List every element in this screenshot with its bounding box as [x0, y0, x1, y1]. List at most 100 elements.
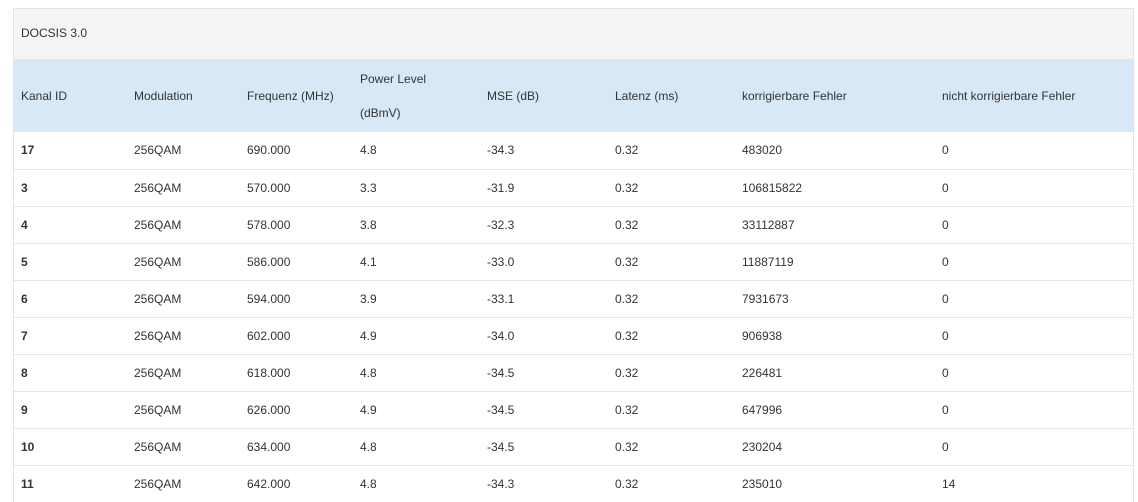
table-row: 7 256QAM 602.000 4.9 -34.0 0.32 906938 0 [14, 317, 1133, 354]
cell-power-level: 4.8 [360, 439, 377, 454]
cell-latenz: 0.32 [615, 180, 639, 195]
cell-korrigierbare-fehler: 33112887 [742, 217, 795, 232]
cell-kanal-id: 10 [21, 439, 35, 454]
table-row: 10 256QAM 634.000 4.8 -34.5 0.32 230204 0 [14, 428, 1133, 465]
cell-modulation: 256QAM [134, 180, 182, 195]
header-korrigierbare-fehler: korrigierbare Fehler [742, 89, 847, 103]
cell-nicht-korrigierbare-fehler: 0 [942, 143, 949, 158]
cell-korrigierbare-fehler: 483020 [742, 143, 783, 158]
cell-kanal-id: 7 [21, 328, 28, 343]
cell-kanal-id: 6 [21, 291, 28, 306]
cell-frequenz: 594.000 [247, 291, 291, 306]
cell-modulation: 256QAM [134, 439, 182, 454]
cell-latenz: 0.32 [615, 217, 639, 232]
cell-mse: -31.9 [487, 180, 515, 195]
cell-modulation: 256QAM [134, 143, 182, 158]
cell-modulation: 256QAM [134, 291, 182, 306]
cell-kanal-id: 5 [21, 254, 28, 269]
cell-mse: -34.5 [487, 439, 515, 454]
cell-latenz: 0.32 [615, 328, 639, 343]
cell-korrigierbare-fehler: 226481 [742, 365, 783, 380]
table-header: Kanal ID Modulation Frequenz (MHz) Power… [14, 60, 1133, 132]
table-row: 3 256QAM 570.000 3.3 -31.9 0.32 106815822 0 [14, 169, 1133, 206]
cell-modulation: 256QAM [134, 328, 182, 343]
cell-latenz: 0.32 [615, 402, 639, 417]
cell-mse: -34.5 [487, 402, 515, 417]
cell-kanal-id: 4 [21, 217, 28, 232]
cell-power-level: 4.8 [360, 143, 377, 158]
table-body: 17 256QAM 690.000 4.8 -34.3 0.32 483020 0 3 256QA… [14, 132, 1133, 502]
downstream-channel-table: Kanal ID Modulation Frequenz (MHz) Power… [14, 60, 1133, 502]
cell-nicht-korrigierbare-fehler: 0 [942, 254, 949, 269]
table-row: 4 256QAM 578.000 3.8 -32.3 0.32 33112887 0 [14, 206, 1133, 243]
cell-nicht-korrigierbare-fehler: 0 [942, 328, 949, 343]
cell-modulation: 256QAM [134, 476, 182, 491]
header-modulation: Modulation [134, 89, 193, 103]
cell-latenz: 0.32 [615, 143, 639, 158]
cell-nicht-korrigierbare-fehler: 14 [942, 476, 956, 491]
cell-nicht-korrigierbare-fehler: 0 [942, 365, 949, 380]
cell-mse: -34.3 [487, 143, 515, 158]
cell-nicht-korrigierbare-fehler: 0 [942, 180, 949, 195]
header-power-level: Power Level (dBmV) [353, 60, 480, 132]
header-frequenz: Frequenz (MHz) [247, 89, 334, 103]
cell-mse: -32.3 [487, 217, 515, 232]
cell-modulation: 256QAM [134, 217, 182, 232]
cell-frequenz: 586.000 [247, 254, 291, 269]
cell-latenz: 0.32 [615, 365, 639, 380]
cell-modulation: 256QAM [134, 365, 182, 380]
cell-frequenz: 602.000 [247, 328, 291, 343]
cell-korrigierbare-fehler: 230204 [742, 439, 783, 454]
cell-latenz: 0.32 [615, 291, 639, 306]
cell-mse: -33.1 [487, 291, 515, 306]
cell-mse: -33.0 [487, 254, 515, 269]
cell-kanal-id: 11 [21, 476, 34, 491]
cell-frequenz: 626.000 [247, 402, 291, 417]
cell-frequenz: 634.000 [247, 439, 291, 454]
cell-power-level: 4.9 [360, 328, 377, 343]
cell-latenz: 0.32 [615, 476, 639, 491]
cell-kanal-id: 17 [21, 143, 35, 158]
table-row: 17 256QAM 690.000 4.8 -34.3 0.32 483020 0 [14, 132, 1133, 169]
cell-frequenz: 570.000 [247, 180, 291, 195]
cell-mse: -34.0 [487, 328, 515, 343]
cell-modulation: 256QAM [134, 402, 182, 417]
header-mse: MSE (dB) [487, 89, 540, 103]
table-row: 5 256QAM 586.000 4.1 -33.0 0.32 11887119 0 [14, 243, 1133, 280]
cell-korrigierbare-fehler: 106815822 [742, 180, 803, 195]
cell-frequenz: 642.000 [247, 476, 291, 491]
cell-frequenz: 578.000 [247, 217, 291, 232]
cell-nicht-korrigierbare-fehler: 0 [942, 402, 949, 417]
cell-korrigierbare-fehler: 906938 [742, 328, 783, 343]
cell-latenz: 0.32 [615, 254, 639, 269]
header-latenz: Latenz (ms) [615, 89, 679, 103]
table-row: 8 256QAM 618.000 4.8 -34.5 0.32 226481 0 [14, 354, 1133, 391]
cell-korrigierbare-fehler: 11887119 [742, 254, 794, 269]
cell-korrigierbare-fehler: 647996 [742, 402, 783, 417]
cell-korrigierbare-fehler: 7931673 [742, 291, 789, 306]
cell-nicht-korrigierbare-fehler: 0 [942, 291, 949, 306]
docsis-panel: DOCSIS 3.0 Kanal ID Modulation Frequenz … [13, 8, 1134, 502]
cell-kanal-id: 3 [21, 180, 28, 195]
table-row: 9 256QAM 626.000 4.9 -34.5 0.32 647996 0 [14, 391, 1133, 428]
table-row: 11 256QAM 642.000 4.8 -34.3 0.32 235010 14 [14, 465, 1133, 502]
cell-power-level: 4.8 [360, 365, 377, 380]
cell-power-level: 4.9 [360, 402, 377, 417]
header-row: Kanal ID Modulation Frequenz (MHz) Power… [14, 60, 1133, 132]
cell-kanal-id: 8 [21, 365, 28, 380]
cell-power-level: 3.3 [360, 180, 377, 195]
cell-power-level: 4.1 [360, 254, 377, 269]
cell-modulation: 256QAM [134, 254, 182, 269]
cell-frequenz: 690.000 [247, 143, 291, 158]
header-kanal-id: Kanal ID [21, 89, 68, 103]
header-power-level-line1: Power Level [360, 72, 427, 86]
cell-mse: -34.3 [487, 476, 515, 491]
cell-power-level: 3.8 [360, 217, 377, 232]
cell-power-level: 3.9 [360, 291, 377, 306]
header-nicht-korrigierbare-fehler: nicht korrigierbare Fehler [942, 89, 1076, 103]
cell-latenz: 0.32 [615, 439, 639, 454]
header-power-level-line2: (dBmV) [360, 106, 401, 120]
cell-frequenz: 618.000 [247, 365, 291, 380]
cell-kanal-id: 9 [21, 402, 28, 417]
cell-nicht-korrigierbare-fehler: 0 [942, 217, 949, 232]
